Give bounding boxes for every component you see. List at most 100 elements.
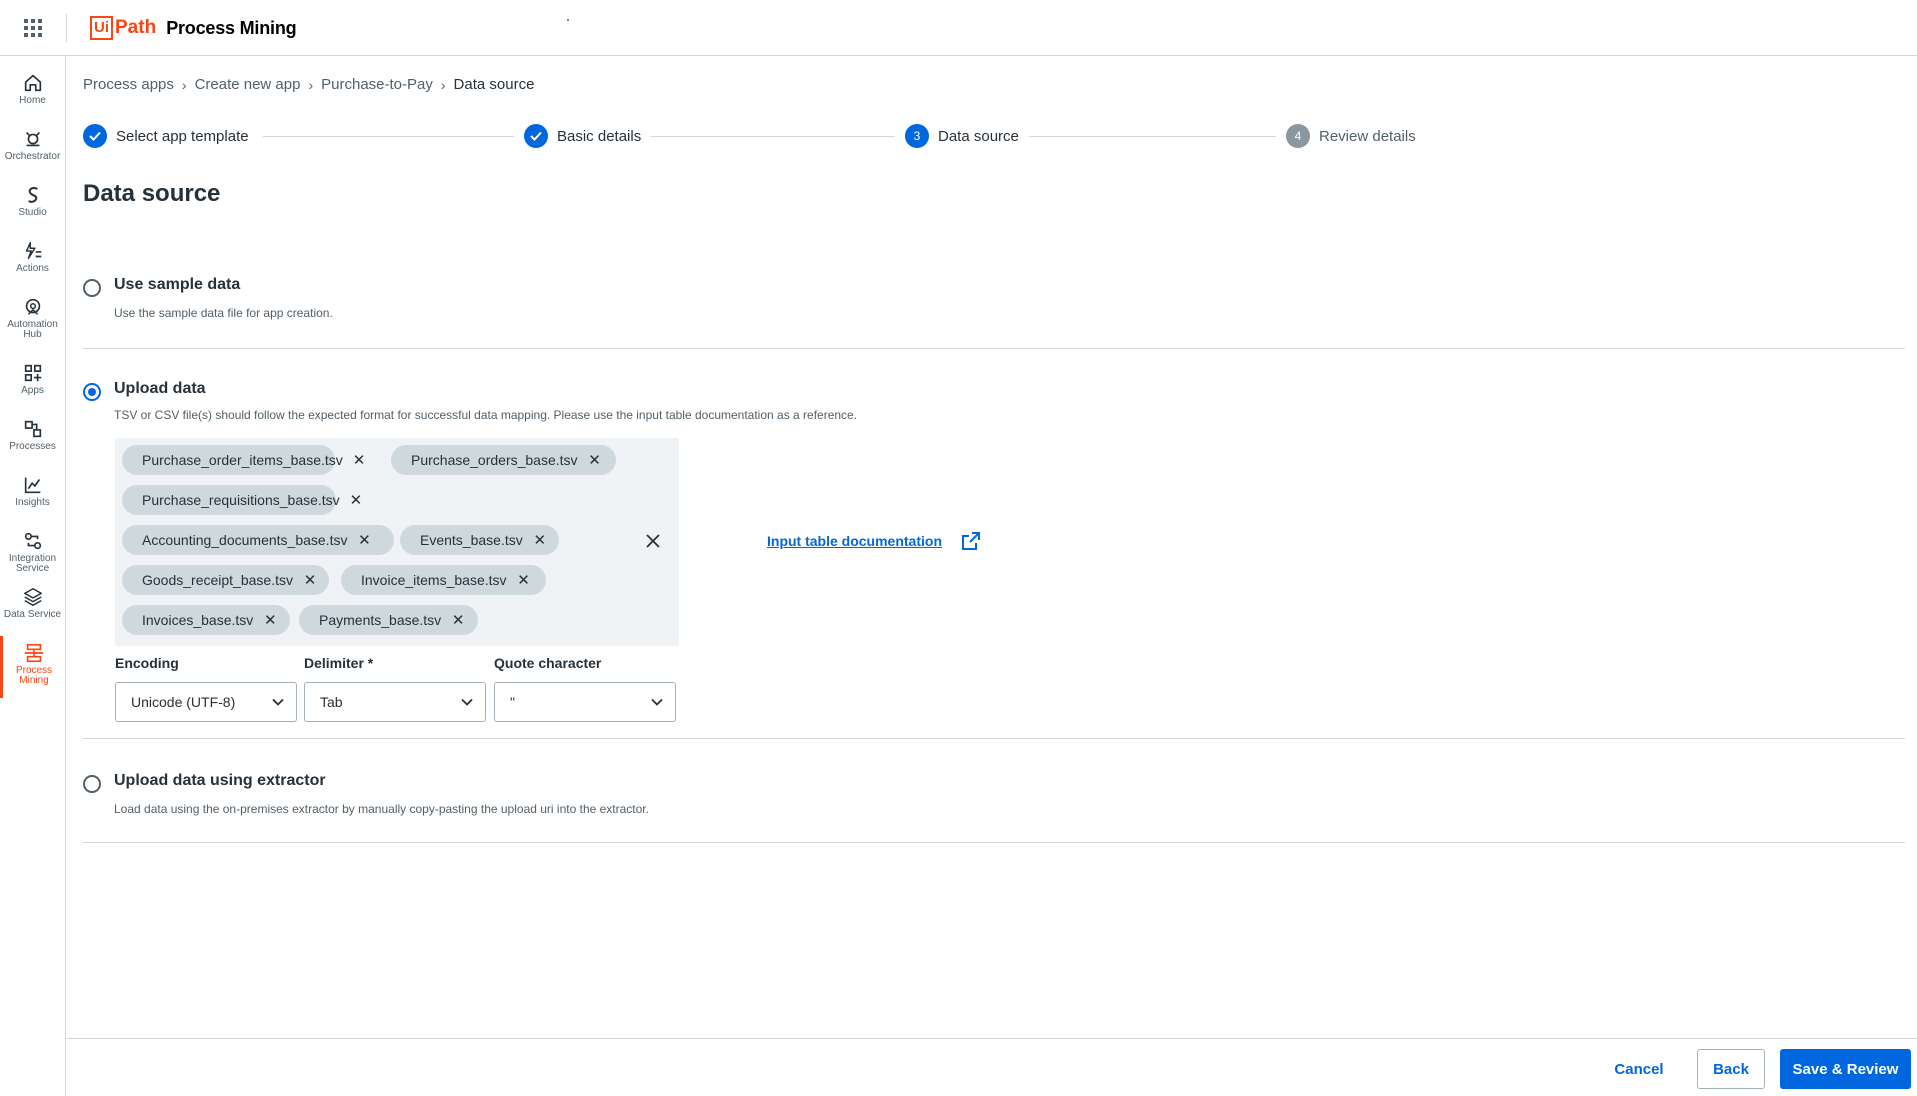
home-icon (24, 74, 41, 92)
file-chip-label: Invoices_base.tsv (142, 612, 254, 628)
input-table-documentation-link[interactable]: Input table documentation (767, 533, 942, 549)
actions-icon (25, 242, 41, 260)
sidebar-item-automation-hub[interactable]: Automation Hub (0, 290, 65, 352)
sidebar-item-apps[interactable]: Apps (0, 356, 65, 408)
sidebar-item-label: Studio (18, 207, 47, 218)
sidebar-item-integration-service[interactable]: Integration Service (0, 524, 65, 586)
radio-sample-data[interactable] (83, 279, 101, 297)
breadcrumb-process-apps[interactable]: Process apps (83, 76, 174, 93)
automation-hub-icon (25, 298, 40, 315)
chevron-down-icon (461, 698, 473, 706)
file-chip: Invoice_items_base.tsv ✕ (341, 565, 546, 595)
file-chip-label: Payments_base.tsv (319, 612, 442, 628)
radio-upload-data[interactable] (83, 383, 101, 401)
close-icon[interactable]: ✕ (350, 492, 363, 509)
sidebar-item-label: Insights (15, 497, 50, 508)
encoding-label: Encoding (115, 655, 179, 671)
cancel-button[interactable]: Cancel (1604, 1049, 1674, 1089)
sidebar-item-label: Apps (21, 385, 44, 396)
stepper-line (263, 136, 1363, 137)
delimiter-select[interactable]: Tab (304, 682, 486, 722)
close-icon[interactable]: ✕ (588, 452, 602, 469)
sidebar-item-processes[interactable]: Processes (0, 412, 65, 464)
file-chip: Payments_base.tsv ✕ (299, 605, 478, 635)
close-icon[interactable]: ✕ (517, 572, 531, 589)
sidebar-item-home[interactable]: Home (0, 66, 65, 118)
file-chip-label: Purchase_order_items_base.tsv (142, 452, 343, 468)
quote-character-label: Quote character (494, 655, 602, 671)
breadcrumb-separator: › (181, 76, 187, 93)
close-icon[interactable]: ✕ (353, 452, 366, 469)
close-icon[interactable]: ✕ (263, 612, 277, 629)
sidebar-item-label: Actions (16, 263, 49, 274)
apps-icon (24, 364, 41, 382)
file-chip-label: Goods_receipt_base.tsv (142, 572, 293, 588)
sidebar-item-orchestrator[interactable]: Orchestrator (0, 122, 65, 174)
breadcrumb-create-new-app[interactable]: Create new app (195, 76, 301, 93)
divider (83, 842, 1905, 843)
product-name: Process Mining (166, 17, 297, 38)
step-data-source[interactable]: 3 Data source (895, 124, 1029, 148)
step-label: Data source (938, 127, 1019, 145)
footer: Cancel Back Save & Review (66, 1038, 1917, 1096)
chevron-down-icon (272, 698, 284, 706)
sidebar-item-label: Integration Service (8, 553, 57, 574)
close-icon[interactable]: ✕ (303, 572, 317, 589)
close-icon[interactable]: ✕ (357, 532, 371, 549)
insights-icon (24, 477, 40, 494)
option-title: Upload data using extractor (114, 772, 326, 789)
file-chip: Purchase_requisitions_base.tsv ✕ (122, 485, 362, 515)
process-mining-icon (24, 643, 44, 663)
file-chip: Accounting_documents_base.tsv ✕ (122, 525, 394, 555)
step-number: 4 (1286, 124, 1310, 148)
page-title: Data source (83, 180, 221, 207)
divider (83, 738, 1905, 739)
sidebar-item-studio[interactable]: Studio (0, 178, 65, 230)
close-icon[interactable]: ✕ (533, 532, 547, 549)
option-description: TSV or CSV file(s) should follow the exp… (114, 408, 858, 422)
step-review-details[interactable]: 4 Review details (1276, 124, 1426, 148)
chevron-down-icon (651, 698, 663, 706)
sidebar-item-process-mining[interactable]: Process Mining (0, 636, 65, 698)
file-chip-label: Purchase_requisitions_base.tsv (142, 492, 340, 508)
external-link-icon[interactable] (960, 530, 982, 552)
encoding-select[interactable]: Unicode (UTF-8) (115, 682, 297, 722)
uipath-logo[interactable]: Ui Path Process Mining (90, 14, 297, 42)
decorative-dot (567, 19, 569, 21)
save-and-review-button[interactable]: Save & Review (1780, 1049, 1911, 1089)
clear-all-icon[interactable] (642, 530, 664, 552)
sidebar-item-insights[interactable]: Insights (0, 468, 65, 520)
sidebar: Home Orchestrator Studio Actions Automat… (0, 56, 66, 1096)
logo-ui-mark: Ui (90, 16, 113, 40)
file-chip-label: Purchase_orders_base.tsv (411, 452, 578, 468)
file-chip: Purchase_orders_base.tsv ✕ (391, 445, 616, 475)
app-launcher-icon[interactable] (24, 19, 42, 37)
check-icon (524, 124, 548, 148)
processes-icon (24, 420, 41, 438)
divider (66, 14, 67, 42)
breadcrumb-purchase-to-pay[interactable]: Purchase-to-Pay (321, 76, 433, 93)
divider (83, 348, 1905, 349)
sidebar-item-label: Processes (9, 441, 56, 452)
step-basic-details[interactable]: Basic details (514, 124, 652, 148)
radio-upload-extractor[interactable] (83, 775, 101, 793)
sidebar-item-data-service[interactable]: Data Service (0, 580, 65, 642)
back-button[interactable]: Back (1697, 1049, 1765, 1089)
breadcrumb: Process apps › Create new app › Purchase… (83, 76, 534, 93)
main-content: Process apps › Create new app › Purchase… (66, 56, 1917, 1038)
check-icon (83, 124, 107, 148)
step-select-app-template[interactable]: Select app template (83, 124, 259, 148)
sidebar-item-actions[interactable]: Actions (0, 234, 65, 286)
quote-character-select[interactable]: " (494, 682, 676, 722)
file-upload-dropzone[interactable]: Purchase_order_items_base.tsv ✕ Purchase… (115, 438, 679, 646)
delimiter-label: Delimiter * (304, 655, 374, 671)
step-number: 3 (905, 124, 929, 148)
delimiter-value: Tab (320, 694, 343, 710)
sidebar-item-label: Process Mining (15, 665, 53, 686)
option-title: Use sample data (114, 276, 241, 293)
sidebar-item-label: Orchestrator (4, 151, 61, 162)
step-label: Review details (1319, 127, 1416, 145)
encoding-value: Unicode (UTF-8) (131, 694, 236, 710)
close-icon[interactable]: ✕ (451, 612, 465, 629)
option-description: Use the sample data file for app creatio… (114, 306, 333, 320)
